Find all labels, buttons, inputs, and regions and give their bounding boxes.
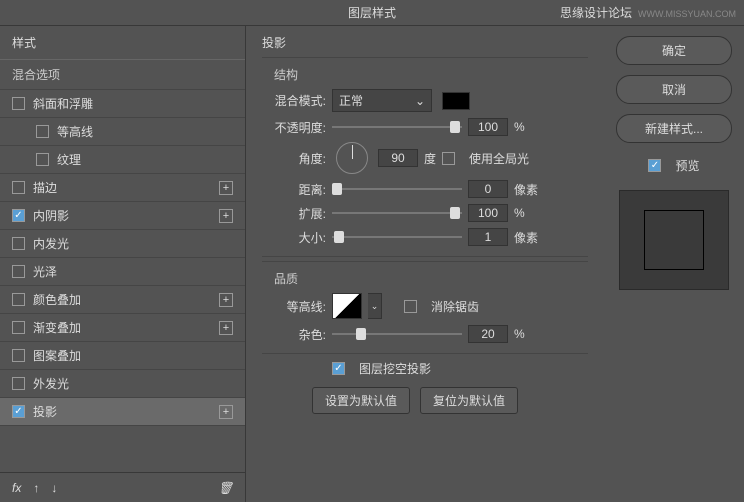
- style-checkbox[interactable]: [36, 153, 49, 166]
- arrow-down-icon[interactable]: ↓: [51, 481, 57, 495]
- color-swatch[interactable]: [442, 92, 470, 110]
- style-checkbox[interactable]: [12, 293, 25, 306]
- global-light-label: 使用全局光: [469, 150, 529, 167]
- preview-label: 预览: [675, 157, 699, 174]
- size-label: 大小:: [262, 229, 326, 246]
- fx-icon[interactable]: fx: [12, 481, 21, 495]
- distance-label: 距离:: [262, 181, 326, 198]
- panel-title: 投影: [262, 34, 588, 51]
- preview-swatch: [644, 210, 704, 270]
- ok-button[interactable]: 确定: [616, 36, 732, 65]
- style-item-9[interactable]: 图案叠加: [0, 342, 245, 370]
- title-bar: 图层样式 思缘设计论坛WWW.MISSYUAN.COM: [0, 0, 744, 26]
- new-style-button[interactable]: 新建样式...: [616, 114, 732, 143]
- contour-label: 等高线:: [262, 298, 326, 315]
- angle-label: 角度:: [262, 150, 326, 167]
- style-item-1[interactable]: 等高线: [0, 118, 245, 146]
- style-checkbox[interactable]: [12, 237, 25, 250]
- chevron-down-icon: ⌄: [415, 94, 425, 108]
- style-item-4[interactable]: 内阴影 +: [0, 202, 245, 230]
- style-label: 颜色叠加: [33, 291, 81, 308]
- style-item-7[interactable]: 颜色叠加 +: [0, 286, 245, 314]
- blend-options[interactable]: 混合选项: [0, 60, 245, 90]
- style-checkbox[interactable]: [12, 181, 25, 194]
- noise-slider[interactable]: [332, 327, 462, 341]
- style-label: 渐变叠加: [33, 319, 81, 336]
- reset-default-button[interactable]: 复位为默认值: [420, 387, 518, 414]
- distance-value[interactable]: 0: [468, 180, 508, 198]
- style-label: 纹理: [57, 151, 81, 168]
- set-default-button[interactable]: 设置为默认值: [312, 387, 410, 414]
- knockout-checkbox[interactable]: [332, 362, 345, 375]
- style-item-6[interactable]: 光泽: [0, 258, 245, 286]
- angle-value[interactable]: 90: [378, 149, 418, 167]
- add-icon[interactable]: +: [219, 405, 233, 419]
- style-list: 斜面和浮雕等高线纹理描边 + 内阴影 + 内发光光泽颜色叠加 + 渐变叠加 + 图案叠加外发光投…: [0, 90, 245, 472]
- contour-dropdown[interactable]: ⌄: [368, 293, 382, 319]
- right-panel: 确定 取消 新建样式... 预览: [604, 26, 744, 502]
- spread-label: 扩展:: [262, 205, 326, 222]
- opacity-slider[interactable]: [332, 120, 462, 134]
- style-label: 内阴影: [33, 207, 69, 224]
- style-item-0[interactable]: 斜面和浮雕: [0, 90, 245, 118]
- antialias-checkbox[interactable]: [404, 300, 417, 313]
- structure-header: 结构: [274, 66, 588, 83]
- style-item-5[interactable]: 内发光: [0, 230, 245, 258]
- style-checkbox[interactable]: [12, 97, 25, 110]
- style-label: 描边: [33, 179, 57, 196]
- cancel-button[interactable]: 取消: [616, 75, 732, 104]
- watermark: 思缘设计论坛WWW.MISSYUAN.COM: [560, 0, 736, 27]
- style-checkbox[interactable]: [12, 405, 25, 418]
- style-label: 光泽: [33, 263, 57, 280]
- size-slider[interactable]: [332, 230, 462, 244]
- preview-box: [619, 190, 729, 290]
- size-value[interactable]: 1: [468, 228, 508, 246]
- style-item-2[interactable]: 纹理: [0, 146, 245, 174]
- sidebar-footer: fx ↑ ↓ 🗑: [0, 472, 245, 502]
- add-icon[interactable]: +: [219, 181, 233, 195]
- angle-dial[interactable]: [336, 142, 368, 174]
- style-checkbox[interactable]: [12, 265, 25, 278]
- blend-mode-label: 混合模式:: [262, 92, 326, 109]
- style-item-11[interactable]: 投影 +: [0, 398, 245, 426]
- style-item-3[interactable]: 描边 +: [0, 174, 245, 202]
- sidebar-header: 样式: [0, 26, 245, 60]
- noise-label: 杂色:: [262, 326, 326, 343]
- style-label: 外发光: [33, 375, 69, 392]
- opacity-value[interactable]: 100: [468, 118, 508, 136]
- settings-panel: 投影 结构 混合模式: 正常⌄ 不透明度: 100 % 角度: 90 度 使用全…: [246, 26, 604, 502]
- styles-sidebar: 样式 混合选项 斜面和浮雕等高线纹理描边 + 内阴影 + 内发光光泽颜色叠加 + 渐变叠加 +…: [0, 26, 246, 502]
- dialog-title: 图层样式: [348, 6, 396, 20]
- blend-mode-select[interactable]: 正常⌄: [332, 89, 432, 112]
- style-checkbox[interactable]: [12, 209, 25, 222]
- distance-slider[interactable]: [332, 182, 462, 196]
- style-item-8[interactable]: 渐变叠加 +: [0, 314, 245, 342]
- style-checkbox[interactable]: [12, 377, 25, 390]
- trash-icon[interactable]: 🗑: [218, 481, 233, 495]
- arrow-up-icon[interactable]: ↑: [33, 481, 39, 495]
- spread-slider[interactable]: [332, 206, 462, 220]
- noise-value[interactable]: 20: [468, 325, 508, 343]
- knockout-label: 图层挖空投影: [359, 360, 431, 377]
- antialias-label: 消除锯齿: [431, 298, 479, 315]
- style-checkbox[interactable]: [36, 125, 49, 138]
- preview-checkbox[interactable]: [648, 159, 661, 172]
- spread-value[interactable]: 100: [468, 204, 508, 222]
- style-label: 等高线: [57, 123, 93, 140]
- style-label: 投影: [33, 403, 57, 420]
- quality-header: 品质: [274, 270, 588, 287]
- add-icon[interactable]: +: [219, 209, 233, 223]
- style-item-10[interactable]: 外发光: [0, 370, 245, 398]
- style-checkbox[interactable]: [12, 321, 25, 334]
- style-label: 斜面和浮雕: [33, 95, 93, 112]
- add-icon[interactable]: +: [219, 321, 233, 335]
- opacity-label: 不透明度:: [262, 119, 326, 136]
- style-checkbox[interactable]: [12, 349, 25, 362]
- contour-picker[interactable]: [332, 293, 362, 319]
- add-icon[interactable]: +: [219, 293, 233, 307]
- global-light-checkbox[interactable]: [442, 152, 455, 165]
- style-label: 内发光: [33, 235, 69, 252]
- style-label: 图案叠加: [33, 347, 81, 364]
